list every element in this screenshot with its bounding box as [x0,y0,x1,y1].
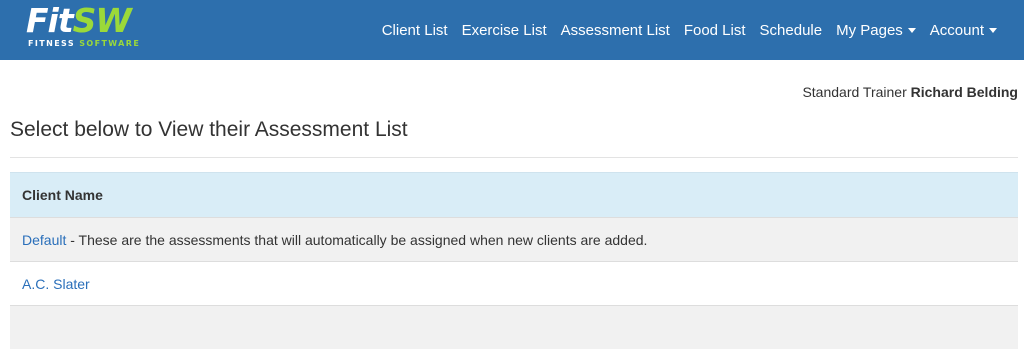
trainer-role: Standard Trainer [802,84,906,100]
table-row: Default - These are the assessments that… [10,218,1018,262]
logo-tagline: FITNESS SOFTWARE [28,39,140,48]
table-cell: Default - These are the assessments that… [10,218,1018,262]
fitsw-logo[interactable]: FitSW FITNESS SOFTWARE [26,7,166,51]
nav-my-pages-dropdown[interactable]: My Pages [836,22,916,39]
nav-account-dropdown[interactable]: Account [930,22,997,39]
client-table: Client Name Default - These are the asse… [10,172,1018,349]
trainer-name: Richard Belding [911,84,1018,100]
title-divider [10,157,1018,158]
trainer-info: Standard Trainer Richard Belding [802,84,1018,100]
table-header-row: Client Name [10,173,1018,218]
nav-account-label: Account [930,22,984,39]
column-header-client-name: Client Name [10,173,1018,218]
caret-down-icon [989,28,997,33]
table-cell [10,306,1018,349]
client-link-ac-slater[interactable]: A.C. Slater [22,276,90,292]
nav-schedule[interactable]: Schedule [760,22,823,39]
nav-exercise-list[interactable]: Exercise List [462,22,547,39]
caret-down-icon [908,28,916,33]
table-row: A.C. Slater [10,262,1018,306]
nav-assessment-list[interactable]: Assessment List [561,22,670,39]
main-nav: Client List Exercise List Assessment Lis… [382,0,997,60]
page-title: Select below to View their Assessment Li… [10,118,408,142]
table-row-partial [10,306,1018,349]
nav-food-list[interactable]: Food List [684,22,746,39]
client-link-default[interactable]: Default [22,232,66,248]
top-navbar: FitSW FITNESS SOFTWARE Client List Exerc… [0,0,1024,60]
row-description: - These are the assessments that will au… [66,232,647,248]
nav-my-pages-label: My Pages [836,22,903,39]
logo-wordmark: FitSW [26,1,131,41]
nav-client-list[interactable]: Client List [382,22,448,39]
table-cell: A.C. Slater [10,262,1018,306]
